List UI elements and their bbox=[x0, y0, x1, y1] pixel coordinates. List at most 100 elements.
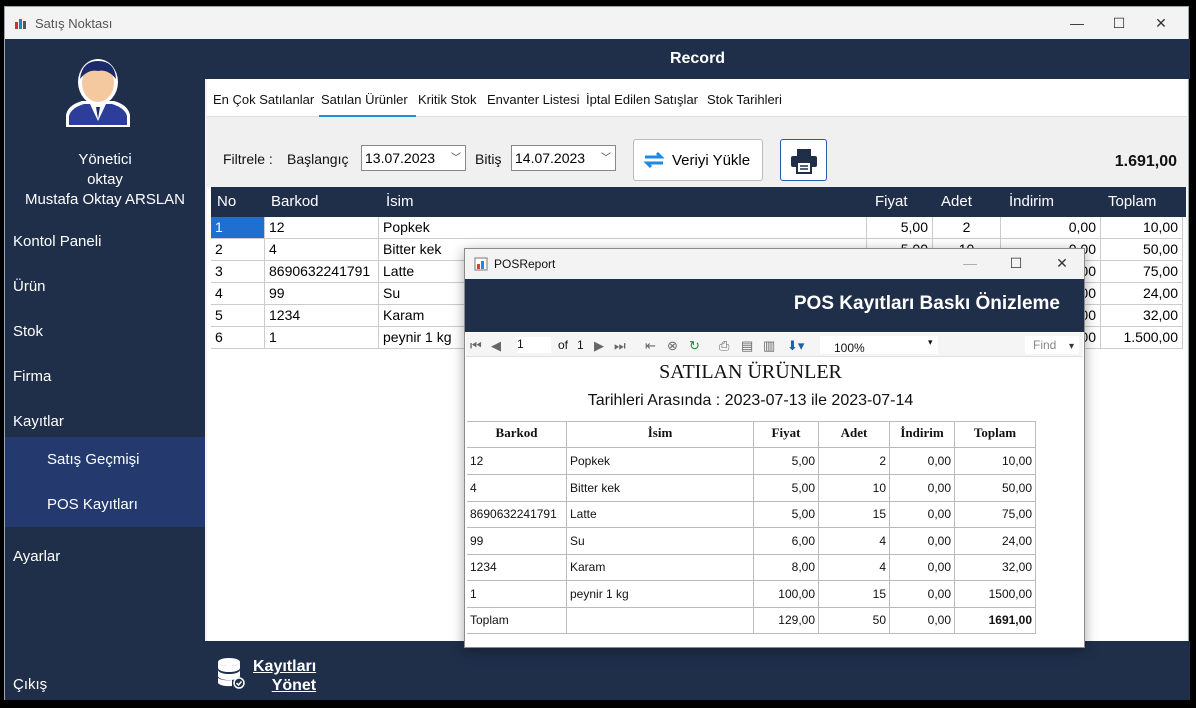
chevron-down-icon: ﹀ bbox=[451, 153, 461, 164]
prev-page-icon[interactable]: ◀ bbox=[491, 338, 501, 354]
col-discount[interactable]: İndirim bbox=[1009, 193, 1054, 210]
sidebar-item-pos-records[interactable]: POS Kayıtları bbox=[5, 482, 205, 527]
sidebar-item-exit[interactable]: Çıkış bbox=[5, 662, 205, 707]
report-cell: 100,00 bbox=[754, 580, 819, 608]
print-layout-icon[interactable]: ▤ bbox=[741, 338, 753, 354]
report-cell: Latte bbox=[567, 501, 754, 528]
sidebar-item-control-panel[interactable]: Kontol Paneli bbox=[5, 219, 205, 264]
report-col-header: Fiyat bbox=[754, 421, 819, 448]
report-cell: 1234 bbox=[467, 554, 567, 581]
table-cell-toplam[interactable]: 1.500,00 bbox=[1101, 327, 1183, 349]
user-avatar-icon bbox=[66, 59, 130, 127]
report-cell: 0,00 bbox=[890, 501, 955, 528]
window-title: Satış Noktası bbox=[35, 16, 113, 31]
report-cell: 15 bbox=[819, 580, 890, 608]
sidebar-item-stock[interactable]: Stok bbox=[5, 309, 205, 354]
report-cell: 1 bbox=[467, 580, 567, 608]
col-price[interactable]: Fiyat bbox=[875, 193, 908, 210]
table-cell-barkod[interactable]: 99 bbox=[265, 283, 379, 305]
last-page-icon[interactable]: ⏭ bbox=[614, 338, 626, 354]
printer-icon bbox=[791, 149, 817, 174]
print-icon[interactable]: ⎙ bbox=[719, 338, 729, 354]
table-row[interactable]: 1 12 Popkek 5,00 2 0,00 10,00 bbox=[211, 217, 1186, 239]
table-cell-isim[interactable]: Popkek bbox=[379, 217, 867, 239]
report-cell: 129,00 bbox=[754, 607, 819, 634]
table-cell-toplam[interactable]: 10,00 bbox=[1101, 217, 1183, 239]
next-page-icon[interactable]: ▶ bbox=[594, 338, 604, 354]
table-cell-toplam[interactable]: 50,00 bbox=[1101, 239, 1183, 261]
print-button[interactable] bbox=[780, 139, 827, 181]
table-cell-no[interactable]: 1 bbox=[211, 217, 265, 239]
database-icon bbox=[218, 658, 245, 689]
table-cell-no[interactable]: 4 bbox=[211, 283, 265, 305]
export-icon[interactable]: ⬇▾ bbox=[787, 338, 804, 354]
page-setup-icon[interactable]: ▥ bbox=[763, 338, 775, 354]
table-cell-toplam[interactable]: 75,00 bbox=[1101, 261, 1183, 283]
tab-critical-stock[interactable]: Kritik Stok bbox=[418, 92, 477, 107]
col-qty[interactable]: Adet bbox=[941, 193, 972, 210]
report-cell: 50 bbox=[819, 607, 890, 634]
report-col-header: Barkod bbox=[467, 421, 567, 448]
start-date-picker[interactable]: 13.07.2023 ﹀ bbox=[361, 145, 466, 171]
zoom-select[interactable]: 100% ▾ bbox=[820, 336, 938, 355]
sidebar-item-settings[interactable]: Ayarlar bbox=[5, 534, 205, 579]
report-cell: 4 bbox=[819, 554, 890, 581]
minimize-button[interactable]: — bbox=[1067, 13, 1087, 33]
manage-records-line2: Yönet bbox=[271, 677, 317, 694]
table-header: No Barkod İsim Fiyat Adet İndirim Toplam bbox=[211, 187, 1186, 217]
refresh-icon[interactable]: ↻ bbox=[689, 338, 700, 354]
tab-sold-products[interactable]: Satılan Ürünler bbox=[321, 92, 408, 107]
report-cell: 5,00 bbox=[754, 474, 819, 502]
sidebar-item-sales-history[interactable]: Satış Geçmişi bbox=[5, 437, 205, 482]
sidebar-item-company[interactable]: Firma bbox=[5, 354, 205, 399]
dropdown-arrow-icon[interactable]: ▾ bbox=[1069, 341, 1074, 352]
col-total[interactable]: Toplam bbox=[1108, 193, 1156, 210]
tab-best-sellers[interactable]: En Çok Satılanlar bbox=[213, 92, 314, 107]
dialog-maximize-button[interactable]: ☐ bbox=[1006, 253, 1026, 273]
sidebar-item-product[interactable]: Ürün bbox=[5, 264, 205, 309]
end-date-picker[interactable]: 14.07.2023 ﹀ bbox=[511, 145, 616, 171]
table-cell-barkod[interactable]: 4 bbox=[265, 239, 379, 261]
stop-icon[interactable]: ⊗ bbox=[667, 338, 678, 354]
table-cell-barkod[interactable]: 1 bbox=[265, 327, 379, 349]
table-cell-fiyat[interactable]: 5,00 bbox=[867, 217, 933, 239]
report-cell: 99 bbox=[467, 527, 567, 555]
report-cell: 4 bbox=[819, 527, 890, 555]
table-cell-barkod[interactable]: 1234 bbox=[265, 305, 379, 327]
table-cell-no[interactable]: 2 bbox=[211, 239, 265, 261]
zoom-value: 100% bbox=[834, 341, 865, 355]
table-cell-toplam[interactable]: 24,00 bbox=[1101, 283, 1183, 305]
tab-cancelled-sales[interactable]: İptal Edilen Satışlar bbox=[586, 92, 698, 107]
dialog-title-bar: POSReport — ☐ ✕ bbox=[465, 249, 1084, 279]
table-cell-toplam[interactable]: 32,00 bbox=[1101, 305, 1183, 327]
tab-inventory[interactable]: Envanter Listesi bbox=[487, 92, 580, 107]
table-cell-barkod[interactable]: 12 bbox=[265, 217, 379, 239]
report-cell: 0,00 bbox=[890, 580, 955, 608]
col-name[interactable]: İsim bbox=[386, 193, 414, 210]
report-col-header: İsim bbox=[567, 421, 754, 448]
close-button[interactable]: ✕ bbox=[1151, 13, 1171, 33]
grand-total: 1.691,00 bbox=[1114, 153, 1177, 170]
table-cell-barkod[interactable]: 8690632241791 bbox=[265, 261, 379, 283]
tab-stock-dates[interactable]: Stok Tarihleri bbox=[707, 92, 782, 107]
dialog-close-button[interactable]: ✕ bbox=[1052, 253, 1072, 273]
table-cell-adet[interactable]: 2 bbox=[933, 217, 1001, 239]
col-barcode[interactable]: Barkod bbox=[271, 193, 319, 210]
page-title: Record bbox=[205, 39, 1190, 79]
table-cell-no[interactable]: 6 bbox=[211, 327, 265, 349]
tab-bar: En Çok Satılanlar Satılan Ürünler Kritik… bbox=[207, 79, 1187, 118]
load-data-button[interactable]: Veriyi Yükle bbox=[633, 139, 763, 181]
first-page-icon[interactable]: ⏮ bbox=[470, 338, 482, 354]
col-no[interactable]: No bbox=[217, 193, 236, 210]
page-number-input[interactable]: 1 bbox=[517, 337, 551, 353]
chevron-down-icon: ﹀ bbox=[601, 153, 611, 164]
report-cell: 2 bbox=[819, 448, 890, 475]
table-cell-indirim[interactable]: 0,00 bbox=[1001, 217, 1101, 239]
table-cell-no[interactable]: 3 bbox=[211, 261, 265, 283]
maximize-button[interactable]: ☐ bbox=[1109, 13, 1129, 33]
manage-records-button[interactable]: Kayıtları Yönet bbox=[253, 657, 316, 695]
dialog-minimize-button[interactable]: — bbox=[960, 253, 980, 273]
load-data-label: Veriyi Yükle bbox=[672, 152, 751, 169]
table-cell-no[interactable]: 5 bbox=[211, 305, 265, 327]
back-icon[interactable]: ⇤ bbox=[645, 338, 656, 354]
